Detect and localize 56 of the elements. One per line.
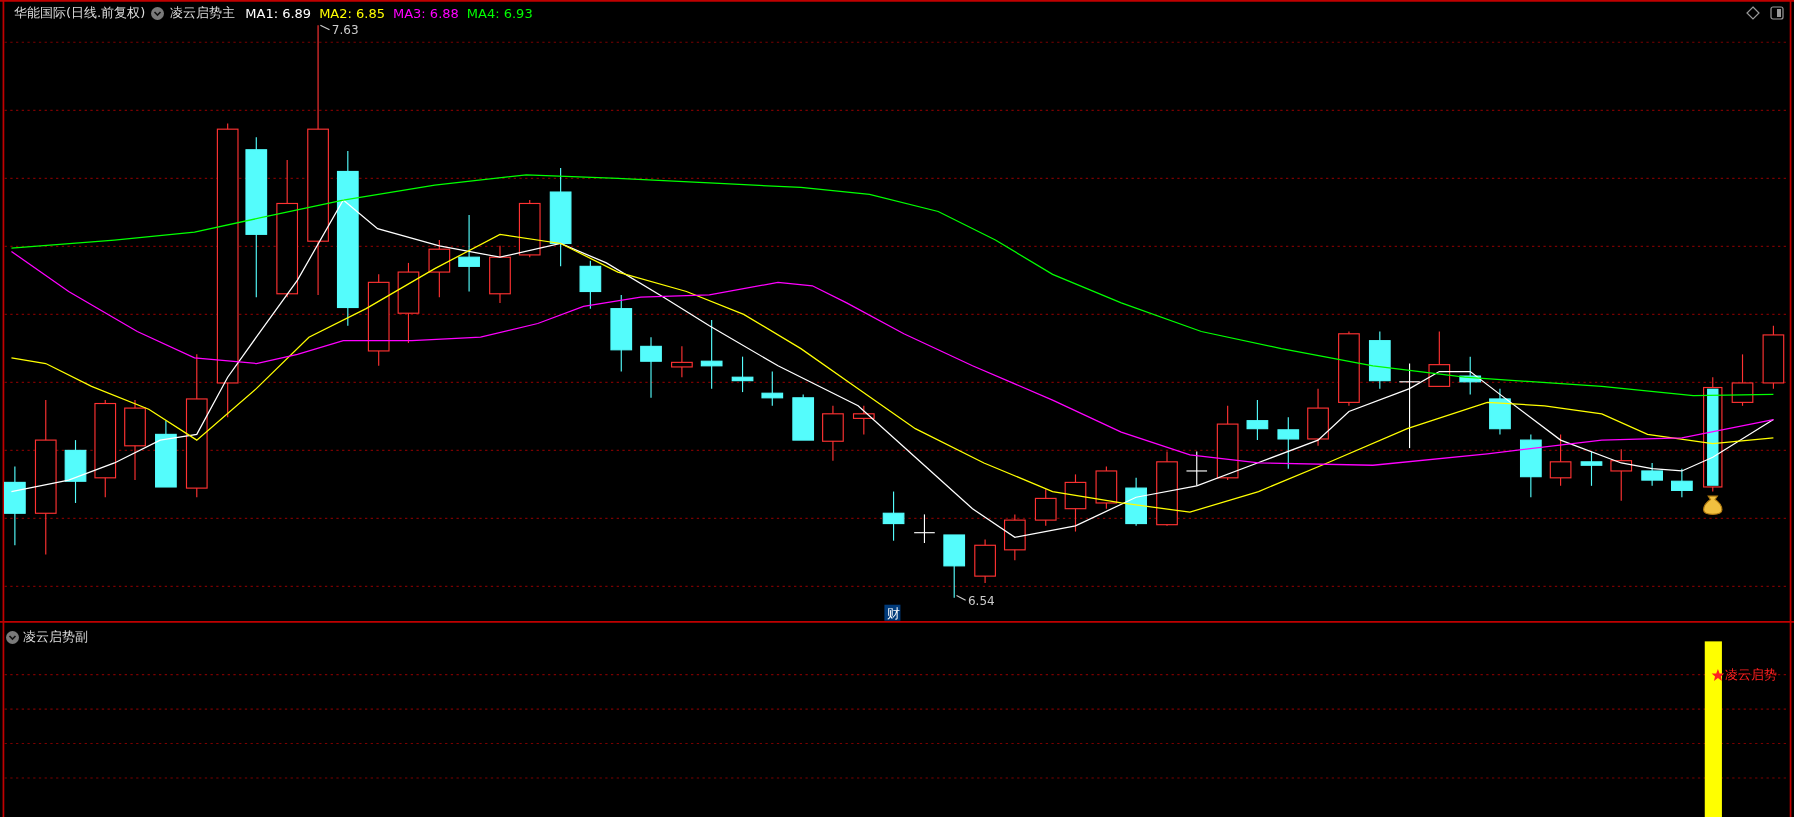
candlestick (1459, 356, 1482, 395)
candlestick (1731, 353, 1754, 407)
dropdown-icon[interactable] (151, 6, 165, 20)
candlestick (1246, 399, 1269, 441)
candlestick (1034, 488, 1057, 527)
candlestick (1762, 325, 1785, 390)
candlestick (1671, 468, 1693, 498)
moving-average-label: MA2: 6.85 (319, 5, 385, 21)
candlestick (943, 534, 966, 599)
candlestick (1641, 462, 1663, 487)
candlestick (1277, 416, 1300, 470)
money-bag-icon (1703, 495, 1723, 515)
candlestick (489, 245, 511, 304)
moving-average-label: MA3: 6.88 (392, 5, 459, 21)
candlestick (1125, 477, 1147, 527)
candlestick (64, 439, 87, 504)
candlestick (1368, 330, 1391, 390)
candlestick (1610, 448, 1633, 502)
candlestick (792, 393, 815, 441)
candlestick (761, 370, 784, 407)
candlestick (731, 356, 754, 393)
candlestick (155, 420, 177, 488)
candlestick (1003, 513, 1026, 561)
candlestick (579, 260, 602, 310)
candlestick (1549, 433, 1572, 487)
marker-badge: 财 (884, 604, 901, 622)
candlestick (974, 538, 996, 584)
candlestick (882, 490, 905, 542)
dropdown-icon[interactable] (6, 630, 19, 644)
candlestick (1095, 465, 1118, 510)
candlestick (428, 239, 451, 298)
candlestick (1428, 330, 1451, 387)
diamond-icon[interactable] (1746, 6, 1760, 20)
stock-title: 华能国际(日线.前复权) (14, 4, 146, 22)
candlestick (852, 405, 875, 435)
candlestick (1307, 388, 1329, 447)
candlestick (913, 513, 936, 544)
signal-label: 凌云启势 (1725, 667, 1778, 683)
candlestick (700, 319, 723, 390)
moving-average-label: MA4: 6.93 (466, 5, 533, 21)
candlestick (640, 336, 662, 399)
candlestick (1520, 433, 1542, 498)
star-icon (1711, 668, 1725, 681)
candlestick (518, 199, 541, 258)
indicator-name: 凌云启势主 (170, 4, 236, 22)
high-price-label: 7.63 (319, 23, 359, 38)
moving-average-label: MA1: 6.89 (245, 5, 312, 21)
candlestick (1064, 473, 1087, 533)
panel-toggle-icon[interactable] (1770, 6, 1784, 20)
indicator-name: 凌云启势副 (23, 628, 88, 646)
candlestick (1185, 450, 1208, 487)
candlestick (1580, 450, 1603, 487)
candlestick (671, 345, 693, 378)
candlestick (1489, 388, 1511, 435)
low-price-label: 6.54 (955, 593, 995, 608)
candlestick (822, 405, 844, 462)
